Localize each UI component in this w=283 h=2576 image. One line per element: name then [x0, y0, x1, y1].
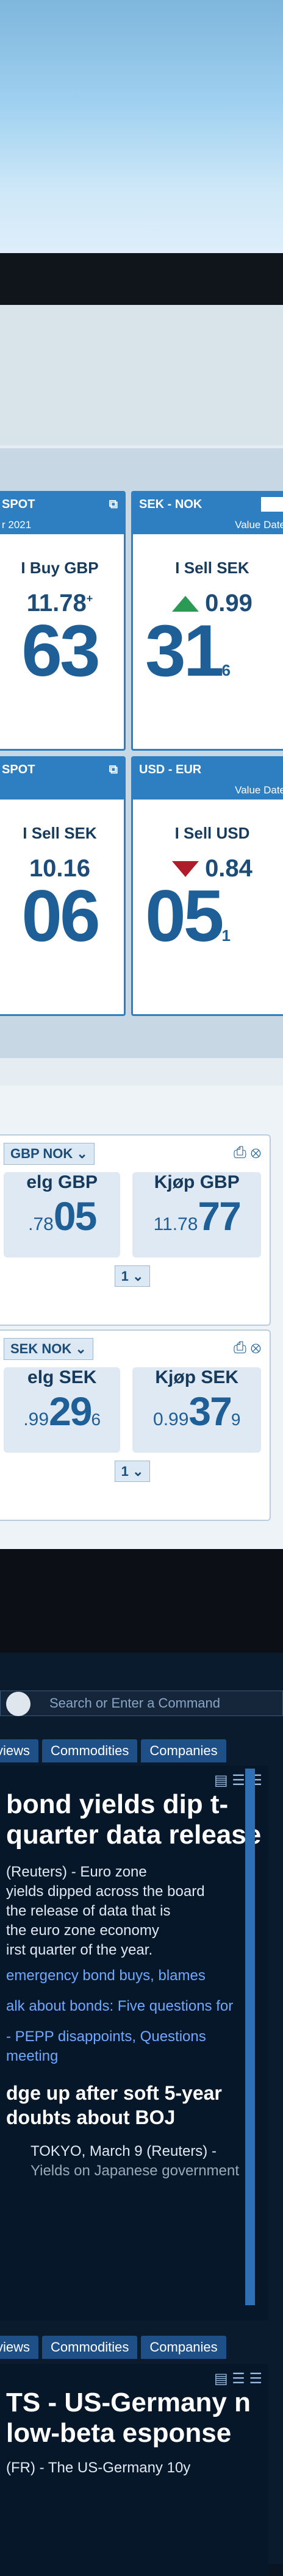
monitor-bezel-top: [0, 253, 283, 308]
scrollbar[interactable]: [245, 1769, 255, 2305]
buy-quote[interactable]: Kjøp GBP 11.7877: [132, 1172, 261, 1258]
story-body-line: (Reuters) - Euro zone: [6, 1864, 147, 1880]
tile-superscript: +: [86, 592, 93, 605]
tile-side-label: I Sell USD: [174, 824, 250, 842]
news-toolbar-icons[interactable]: ▤ ☰ ☰: [6, 2370, 262, 2388]
pair-select[interactable]: GBP NOK ⌄: [4, 1143, 95, 1165]
export-icon[interactable]: ⎙ ⊗: [234, 1143, 261, 1165]
popout-icon[interactable]: ⧉: [109, 493, 118, 516]
tile-frac: 6: [221, 661, 231, 679]
tab-views[interactable]: views: [0, 2336, 39, 2359]
buy-frac: 9: [231, 1410, 241, 1429]
story-body-line: yields dipped across the board: [6, 1883, 205, 1900]
story-dateline: (FR) - The US-Germany 10y: [6, 2460, 191, 2476]
pair-select[interactable]: SEK NOK ⌄: [4, 1338, 93, 1360]
terminal-logo-icon: [6, 1692, 30, 1716]
related-link[interactable]: meeting: [6, 2047, 262, 2066]
news-story-2: ▤ ☰ ☰ TS - US-Germany n low-beta esponse…: [0, 2364, 268, 2576]
tile-value-date: Value Date: [133, 516, 283, 534]
fx-tile-usd-eur[interactable]: USD - EUR Value Date I Sell USD 0.84 051: [131, 756, 283, 1016]
sell-quote[interactable]: elg GBP .7805: [4, 1172, 121, 1258]
tab-views[interactable]: views: [0, 1739, 39, 1762]
tile-value-date: r 2021: [0, 516, 124, 534]
story-body-line: irst quarter of the year.: [6, 1942, 153, 1958]
tile-pair: SPOT: [2, 498, 35, 511]
related-link[interactable]: alk about bonds: Five questions for: [6, 1997, 262, 2016]
story-headline[interactable]: TS - US-Germany n low-beta esponse: [6, 2388, 262, 2449]
tile-big-price[interactable]: 06: [0, 879, 124, 953]
sell-big: 29: [49, 1389, 92, 1434]
monitor-bezel-bottom: [0, 1549, 283, 1653]
app-header-strip: [0, 305, 283, 445]
export-icon[interactable]: ⎙ ⊗: [234, 1338, 261, 1360]
related-link[interactable]: emergency bond buys, blames: [6, 1966, 262, 1986]
fx-tile-sek-nok[interactable]: SEK - NOK Value Date I Sell SEK 0.99 316: [131, 491, 283, 751]
terminal-tabs-2: views Commodities Companies: [0, 2336, 226, 2359]
amount-select[interactable]: 1 ⌄: [114, 1265, 151, 1287]
tile-big-price[interactable]: 05: [145, 875, 224, 957]
sell-small: .99: [23, 1409, 49, 1429]
sell-quote[interactable]: elg SEK .99296: [4, 1367, 121, 1453]
tile-pair: USD - EUR: [139, 763, 202, 776]
story-headline[interactable]: bond yields dip t-quarter data release: [6, 1789, 262, 1850]
sell-frac: 6: [91, 1410, 101, 1429]
story-subheadline[interactable]: dge up after soft 5-year doubts about BO…: [6, 2081, 262, 2130]
sell-label: elg GBP: [26, 1172, 98, 1192]
story-dateline: TOKYO, March 9 (Reuters) -: [30, 2143, 217, 2159]
tile-big-price[interactable]: 31: [145, 610, 224, 692]
story-body-line: the release of data that is: [6, 1903, 171, 1919]
fx-tile-sek[interactable]: SPOT ⧉ I Sell SEK 10.16 06: [0, 756, 126, 1016]
tile-pair: SPOT: [2, 763, 35, 776]
buy-big: 37: [188, 1389, 232, 1434]
tile-value-date: Value Date: [133, 781, 283, 800]
tab-companies[interactable]: Companies: [141, 2336, 226, 2359]
news-story-1: ▤ ☰ ☰ bond yields dip t-quarter data rel…: [0, 1766, 268, 2320]
related-link[interactable]: - PEPP disappoints, Questions: [6, 2027, 262, 2047]
buy-big: 77: [198, 1193, 241, 1239]
tile-side-label: I Buy GBP: [21, 559, 99, 577]
popout-icon[interactable]: ⧉: [109, 758, 118, 781]
tile-side-label: I Sell SEK: [23, 824, 97, 842]
news-toolbar-icons[interactable]: ▤ ☰ ☰: [6, 1772, 262, 1789]
buy-label: Kjøp GBP: [154, 1172, 240, 1192]
blotter-panel-sek-nok: SEK NOK ⌄ ⎙ ⊗ elg SEK .99296 Kjøp SEK 0.…: [0, 1329, 271, 1521]
fx-tile-gbp[interactable]: SPOT ⧉ r 2021 I Buy GBP 11.78+ 63: [0, 491, 126, 751]
buy-small: 0.99: [153, 1409, 189, 1429]
tab-commodities[interactable]: Commodities: [42, 1739, 138, 1762]
tile-pair: SEK - NOK: [139, 498, 202, 511]
tile-value-date: [0, 781, 124, 800]
tile-frac: 1: [221, 926, 231, 945]
window-background: [0, 0, 283, 256]
tab-commodities[interactable]: Commodities: [42, 2336, 138, 2359]
sell-label: elg SEK: [27, 1367, 97, 1387]
up-arrow-icon: [172, 595, 199, 612]
down-arrow-icon: [172, 860, 199, 877]
command-input[interactable]: Search or Enter a Command: [0, 1690, 283, 1716]
command-bar: Search or Enter a Command: [0, 1690, 283, 1716]
tab-companies[interactable]: Companies: [141, 1739, 226, 1762]
sell-big: 05: [53, 1193, 97, 1239]
tile-side-label: I Sell SEK: [175, 559, 249, 577]
story-body-line: the euro zone economy: [6, 1922, 159, 1939]
buy-label: Kjøp SEK: [155, 1367, 239, 1387]
amount-select[interactable]: 1 ⌄: [114, 1461, 151, 1482]
tile-big-price[interactable]: 63: [0, 614, 124, 687]
sell-small: .78: [28, 1214, 54, 1234]
terminal-tabs: views Commodities Companies: [0, 1739, 226, 1762]
blotter-panel-gbp-nok: GBP NOK ⌄ ⎙ ⊗ elg GBP .7805 Kjøp GBP 11.…: [0, 1134, 271, 1326]
story-dateline: Yields on Japanese government: [30, 2163, 239, 2179]
buy-small: 11.78: [153, 1214, 198, 1234]
buy-quote[interactable]: Kjøp SEK 0.99379: [132, 1367, 261, 1453]
